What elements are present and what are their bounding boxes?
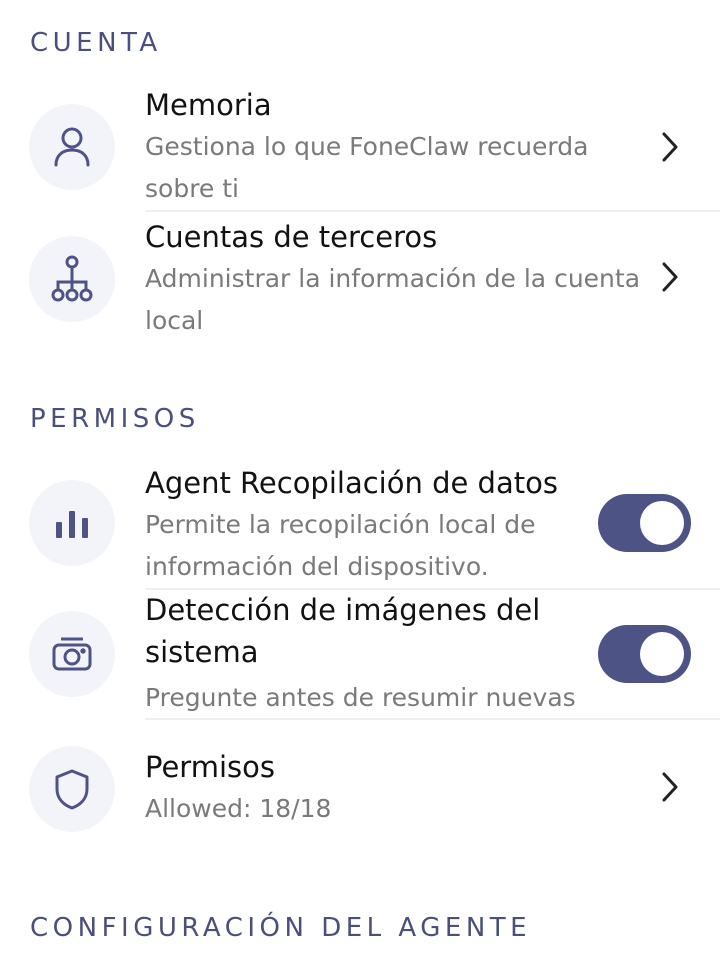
camera-icon <box>29 611 115 697</box>
permissions-subtitle: Allowed: 18/18 <box>145 794 332 823</box>
third-party-accounts-row[interactable]: Cuentas de terceros Administrar la infor… <box>0 216 720 344</box>
memory-row[interactable]: Memoria Gestiona lo que FoneClaw recuerd… <box>0 84 720 212</box>
image-detection-subtitle: Pregunte antes de resumir nuevas <box>145 683 576 712</box>
memory-title: Memoria <box>145 88 272 122</box>
settings-screen: CUENTA Memoria Gestiona lo que FoneClaw … <box>0 0 720 960</box>
third-party-accounts-title: Cuentas de terceros <box>145 220 438 254</box>
chevron-right-icon <box>662 132 678 162</box>
section-header-agent-config: CONFIGURACIÓN DEL AGENTE <box>30 913 532 943</box>
image-detection-toggle[interactable] <box>598 625 691 683</box>
chevron-right-icon <box>662 772 678 802</box>
section-header-account: CUENTA <box>30 28 162 58</box>
section-header-permissions: PERMISOS <box>30 404 200 434</box>
permissions-title: Permisos <box>145 750 275 784</box>
toggle-knob <box>640 501 684 545</box>
data-collection-title: Agent Recopilación de datos <box>145 466 558 500</box>
toggle-knob <box>640 632 684 676</box>
divider <box>145 718 720 720</box>
third-party-accounts-subtitle: Administrar la información de la cuenta … <box>145 264 641 335</box>
person-icon <box>29 104 115 190</box>
divider <box>145 210 720 212</box>
memory-subtitle: Gestiona lo que FoneClaw recuerda sobre … <box>145 132 589 203</box>
bar-chart-icon <box>29 480 115 566</box>
data-collection-subtitle: Permite la recopilación local de informa… <box>145 510 536 581</box>
chevron-right-icon <box>662 262 678 292</box>
image-detection-row: Detección de imágenes del sistema Pregun… <box>0 589 720 719</box>
hierarchy-icon <box>29 236 115 322</box>
shield-icon <box>29 746 115 832</box>
data-collection-row: Agent Recopilación de datos Permite la r… <box>0 462 720 588</box>
permissions-row[interactable]: Permisos Allowed: 18/18 <box>0 746 720 832</box>
data-collection-toggle[interactable] <box>598 494 691 552</box>
image-detection-title: Detección de imágenes del sistema <box>145 593 541 669</box>
